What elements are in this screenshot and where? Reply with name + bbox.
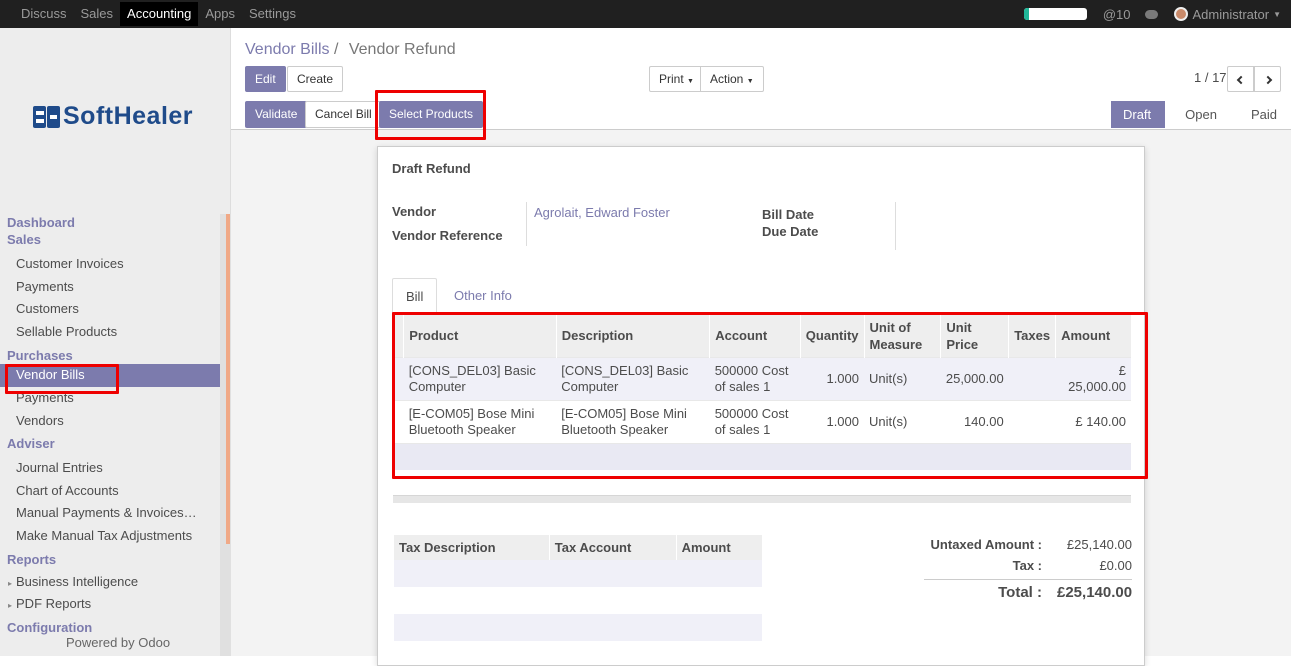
sidebar-section-sales: Sales [7,232,41,247]
sidebar-item-customers[interactable]: Customers [0,298,220,321]
untaxed-amount-label: Untaxed Amount : [930,537,1042,552]
sidebar-section-purchases: Purchases [7,348,73,364]
table-row-empty [393,614,762,641]
column-tax-amount[interactable]: Amount [675,535,762,560]
sidebar-section-dashboard[interactable]: Dashboard [0,214,220,231]
softhealer-logo-icon [33,104,61,130]
caret-right-icon: ▸ [8,578,13,588]
highlight-select-products [375,90,486,140]
user-menu[interactable]: Administrator [1193,7,1270,22]
totals-summary: Untaxed Amount : £25,140.00 Tax : £0.00 … [924,534,1132,605]
breadcrumb-current: Vendor Refund [348,41,456,58]
pager-next-button[interactable] [1254,66,1281,92]
chevron-left-icon [1236,75,1245,85]
tax-row: Tax : £0.00 [924,555,1132,576]
sidebar-item-sellable-products[interactable]: Sellable Products [0,321,220,344]
breadcrumb-separator: / [333,41,339,58]
progress-fill [1023,8,1029,20]
total-label: Total : [998,584,1042,601]
sidebar-scrollbar[interactable] [220,214,231,656]
form-title: Draft Refund [392,161,471,176]
table-row-empty [393,587,762,614]
sidebar-item-payments[interactable]: Payments [0,276,220,299]
menu-apps[interactable]: Apps [198,0,242,28]
untaxed-amount-value: £25,140.00 [1066,537,1132,552]
onboarding-progress-bar[interactable] [1023,8,1087,20]
company-logo: SoftHealer [33,102,193,131]
highlight-invoice-lines [392,312,1148,479]
empty-row [393,560,762,587]
field-separator [895,202,896,250]
notebook-tabs: Bill Other Info [392,278,1132,313]
column-tax-account[interactable]: Tax Account [548,535,677,560]
menu-discuss[interactable]: Discuss [14,0,74,28]
breadcrumb-vendor-bills[interactable]: Vendor Bills [245,41,330,58]
untaxed-amount-row: Untaxed Amount : £25,140.00 [924,534,1132,555]
logo-text: SoftHealer [63,102,194,130]
menu-accounting[interactable]: Accounting [120,2,199,26]
sidebar: SoftHealer Dashboard Sales Customer Invo… [0,28,231,656]
sidebar-item-manual-tax-adjustments[interactable]: Make Manual Tax Adjustments [0,525,220,548]
systray: @10 Administrator ▼ [1023,0,1281,28]
sidebar-section-adviser: Adviser [7,436,55,452]
caret-right-icon: ▸ [8,601,13,611]
section-divider [393,495,1131,503]
caret-down-icon: ▼ [687,78,694,85]
edit-button[interactable]: Edit [245,66,286,92]
breadcrumb: Vendor Bills / Vendor Refund [245,41,456,59]
sidebar-item-vendors[interactable]: Vendors [0,410,220,433]
menu-sales[interactable]: Sales [74,0,121,28]
powered-by: Powered by Odoo [66,635,171,650]
sidebar-item-business-intelligence[interactable]: ▸ Business Intelligence [0,571,220,594]
table-header: Tax Description Tax Account Amount [393,535,762,560]
sidebar-item-chart-of-accounts[interactable]: Chart of Accounts [0,480,220,503]
status-draft: Draft [1110,101,1166,128]
top-navbar: Discuss Sales Accounting Apps Settings @… [0,0,1291,28]
create-button[interactable]: Create [287,66,344,92]
sidebar-item-manual-payments[interactable]: Manual Payments & Invoices… [0,502,220,525]
tab-other-info[interactable]: Other Info [441,278,525,313]
empty-row [393,587,762,614]
caret-down-icon: ▼ [746,78,754,85]
sidebar-nav: Dashboard Sales Customer Invoices Paymen… [0,214,220,650]
status-bar: Draft Open Paid [1110,101,1291,128]
chat-icon[interactable] [1144,9,1158,19]
sidebar-item-journal-entries[interactable]: Journal Entries [0,457,220,480]
sidebar-section-configuration: Configuration [7,619,93,635]
tax-lines-table: Tax Description Tax Account Amount [393,535,762,641]
sidebar-item-pdf-reports[interactable]: ▸ PDF Reports [0,593,220,616]
mentions-counter[interactable]: @10 [1103,7,1131,22]
print-button[interactable]: Print ▼ [649,66,704,92]
total-row: Total : £25,140.00 [924,579,1132,605]
total-value: £25,140.00 [1057,584,1133,601]
sidebar-item-customer-invoices[interactable]: Customer Invoices [0,253,220,276]
scrollbar-thumb[interactable] [226,214,230,544]
empty-row [393,614,762,641]
table-row-empty [393,560,762,587]
caret-down-icon[interactable]: ▼ [1273,10,1281,19]
sidebar-section-reports: Reports [7,551,57,567]
vendor-value-link[interactable]: Agrolait, Edward Foster [534,205,670,220]
tax-value: £0.00 [1099,558,1132,573]
pager-previous-button[interactable] [1227,66,1254,92]
chevron-right-icon [1263,75,1272,85]
status-open: Open [1165,101,1231,128]
field-separator [526,202,527,246]
due-date-label: Due Date [762,224,819,239]
app-menu: Discuss Sales Accounting Apps Settings [14,0,303,28]
vendor-label: Vendor [392,204,437,219]
pager-value[interactable]: 1 / 17 [1194,70,1227,85]
tab-bill[interactable]: Bill [392,278,438,313]
vendor-reference-label: Vendor Reference [392,228,503,243]
highlight-vendor-bills [5,364,119,394]
bill-date-label: Bill Date [762,207,815,222]
validate-button[interactable]: Validate [245,101,308,128]
menu-settings[interactable]: Settings [242,0,303,28]
status-paid: Paid [1230,101,1291,128]
tax-label: Tax : [1012,558,1042,573]
cancel-bill-button[interactable]: Cancel Bill [305,101,382,128]
action-button[interactable]: Action ▼ [700,66,764,92]
avatar[interactable] [1173,7,1188,21]
column-tax-description[interactable]: Tax Description [393,535,550,560]
